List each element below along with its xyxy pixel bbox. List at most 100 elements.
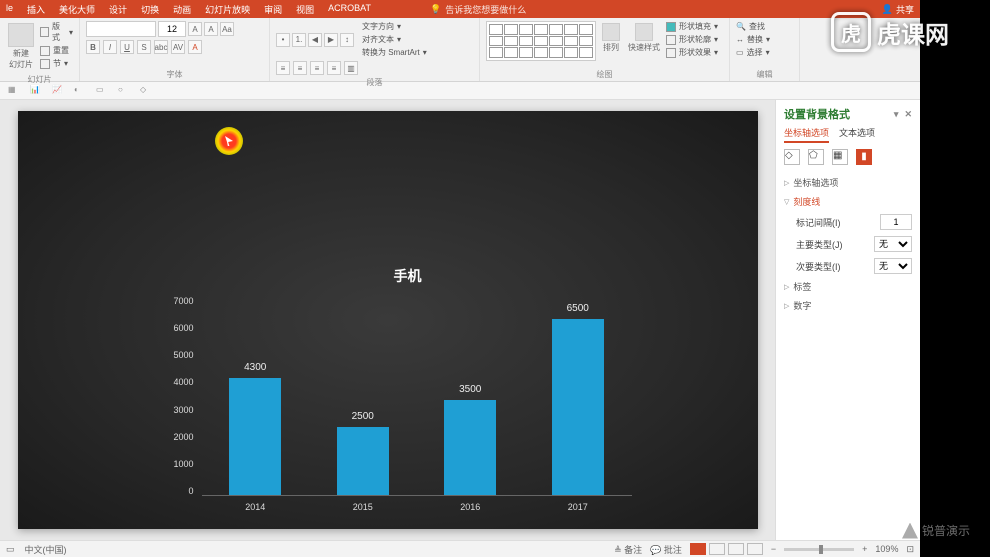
y-tick: 6000	[173, 323, 193, 333]
major-type-select[interactable]: 无	[874, 236, 912, 252]
increase-indent-button[interactable]: ▶	[324, 33, 338, 47]
zoom-in-button[interactable]: +	[862, 544, 867, 554]
find-button[interactable]: 🔍查找	[736, 21, 793, 32]
tab-animations[interactable]: 动画	[173, 3, 191, 16]
shape-fill-button[interactable]: 形状填充 ▾	[666, 21, 718, 32]
clear-format-button[interactable]: Aa	[220, 22, 234, 36]
align-text-button[interactable]: 对齐文本 ▾	[362, 34, 427, 45]
quick-styles-button[interactable]: 快速样式	[626, 21, 662, 55]
font-family-select[interactable]	[86, 21, 156, 37]
tell-me-search[interactable]: 💡 告诉我您想要做什么	[430, 3, 526, 16]
numbering-button[interactable]: 1.	[292, 33, 306, 47]
shape-outline-button[interactable]: 形状轮廓 ▾	[666, 34, 718, 45]
zoom-level[interactable]: 109%	[875, 544, 898, 554]
zoom-out-button[interactable]: −	[771, 544, 776, 554]
shadow-button[interactable]: abc	[154, 40, 168, 54]
qa-icon-2[interactable]: 📊	[30, 85, 42, 97]
major-type-label: 主要类型(J)	[796, 238, 843, 251]
increase-font-button[interactable]: A	[188, 22, 202, 36]
layout-button[interactable]: 版式 ▾	[40, 21, 73, 43]
size-icon[interactable]: ▦	[832, 149, 848, 165]
plot-area: 4300 2500 3500 6500	[202, 306, 632, 496]
slide-indicator-icon: ▭	[6, 544, 15, 555]
section-number[interactable]: 数字	[784, 296, 912, 315]
bar-chart[interactable]: 手机 01000200030004000500060007000 4300250…	[168, 276, 648, 556]
align-center-button[interactable]: ≡	[293, 61, 307, 75]
reset-button[interactable]: 重置	[40, 45, 73, 56]
decrease-indent-button[interactable]: ◀	[308, 33, 322, 47]
align-left-button[interactable]: ≡	[276, 61, 290, 75]
mark-interval-input[interactable]	[880, 214, 912, 230]
qa-icon-1[interactable]: ▦	[8, 85, 20, 97]
underline-button[interactable]: U	[120, 40, 134, 54]
spacing-button[interactable]: AV	[171, 40, 185, 54]
new-slide-button[interactable]: 新建 幻灯片	[6, 21, 36, 72]
y-tick: 2000	[173, 432, 193, 442]
section-labels[interactable]: 标签	[784, 277, 912, 296]
columns-button[interactable]: ▥	[344, 61, 358, 75]
qa-icon-3[interactable]: 📈	[52, 85, 64, 97]
shapes-gallery[interactable]	[486, 21, 596, 61]
replace-button[interactable]: ↔替换 ▾	[736, 34, 793, 45]
tab-slideshow[interactable]: 幻灯片放映	[205, 3, 250, 16]
fit-window-button[interactable]: ⊡	[906, 544, 914, 555]
qa-icon-4[interactable]: ◐	[74, 85, 86, 97]
notes-button[interactable]: ≜ 备注	[614, 543, 642, 556]
axis-icon[interactable]: ▮	[856, 149, 872, 165]
tab-insert[interactable]: 插入	[27, 3, 45, 16]
pane-close-icon[interactable]: ✕	[904, 109, 912, 120]
text-direction-button[interactable]: 文字方向 ▾	[362, 21, 427, 32]
effects-icon[interactable]: ⬠	[808, 149, 824, 165]
bar[interactable]: 2500	[337, 427, 389, 495]
select-icon: ▭	[736, 48, 744, 57]
align-right-button[interactable]: ≡	[310, 61, 324, 75]
decrease-font-button[interactable]: A	[204, 22, 218, 36]
slideshow-view-button[interactable]	[747, 543, 763, 555]
shape-effects-button[interactable]: 形状效果 ▾	[666, 47, 718, 58]
reading-view-button[interactable]	[728, 543, 744, 555]
section-tick-marks[interactable]: 刻度线	[784, 192, 912, 211]
arrange-button[interactable]: 排列	[600, 21, 622, 55]
pane-dropdown-icon[interactable]: ▾	[894, 109, 899, 120]
slide-editor[interactable]: 手机 01000200030004000500060007000 4300250…	[0, 100, 775, 540]
line-spacing-button[interactable]: ↕	[340, 33, 354, 47]
zoom-slider[interactable]	[784, 548, 854, 551]
qa-icon-7[interactable]: ◇	[140, 85, 152, 97]
qa-icon-5[interactable]: ▭	[96, 85, 108, 97]
watermark-top: 虎 虎课网	[802, 10, 978, 54]
tab-acrobat[interactable]: ACROBAT	[328, 3, 371, 16]
bullets-button[interactable]: •	[276, 33, 290, 47]
normal-view-button[interactable]	[690, 543, 706, 555]
bar[interactable]: 4300	[229, 378, 281, 495]
italic-button[interactable]: I	[103, 40, 117, 54]
tab-review[interactable]: 审阅	[264, 3, 282, 16]
minor-type-select[interactable]: 无	[874, 258, 912, 274]
section-button[interactable]: 节 ▾	[40, 58, 73, 69]
slide-canvas[interactable]: 手机 01000200030004000500060007000 4300250…	[18, 111, 758, 529]
bar[interactable]: 3500	[444, 400, 496, 495]
strike-button[interactable]: S	[137, 40, 151, 54]
sorter-view-button[interactable]	[709, 543, 725, 555]
smartart-button[interactable]: 转换为 SmartArt ▾	[362, 47, 427, 58]
qa-icon-6[interactable]: ○	[118, 85, 130, 97]
bold-button[interactable]: B	[86, 40, 100, 54]
section-axis-options[interactable]: 坐标轴选项	[784, 173, 912, 192]
axis-options-tab[interactable]: 坐标轴选项	[784, 126, 829, 143]
tab-design[interactable]: 设计	[109, 3, 127, 16]
justify-button[interactable]: ≡	[327, 61, 341, 75]
y-tick: 3000	[173, 405, 193, 415]
select-button[interactable]: ▭选择 ▾	[736, 47, 793, 58]
font-size-select[interactable]	[158, 21, 186, 37]
tab-transitions[interactable]: 切换	[141, 3, 159, 16]
fill-icon[interactable]: ◇	[784, 149, 800, 165]
status-bar: ▭ 中文(中国) ≜ 备注 💬 批注 − + 109% ⊡	[0, 540, 920, 557]
tab-view[interactable]: 视图	[296, 3, 314, 16]
tab-file[interactable]: le	[6, 3, 13, 16]
bar[interactable]: 6500	[552, 319, 604, 495]
watermark-bottom: 锐普演示	[902, 522, 970, 539]
tab-beautify[interactable]: 美化大师	[59, 3, 95, 16]
text-options-tab[interactable]: 文本选项	[839, 126, 875, 143]
language-indicator[interactable]: 中文(中国)	[25, 543, 67, 556]
comments-button[interactable]: 💬 批注	[650, 543, 682, 556]
font-color-button[interactable]: A	[188, 40, 202, 54]
